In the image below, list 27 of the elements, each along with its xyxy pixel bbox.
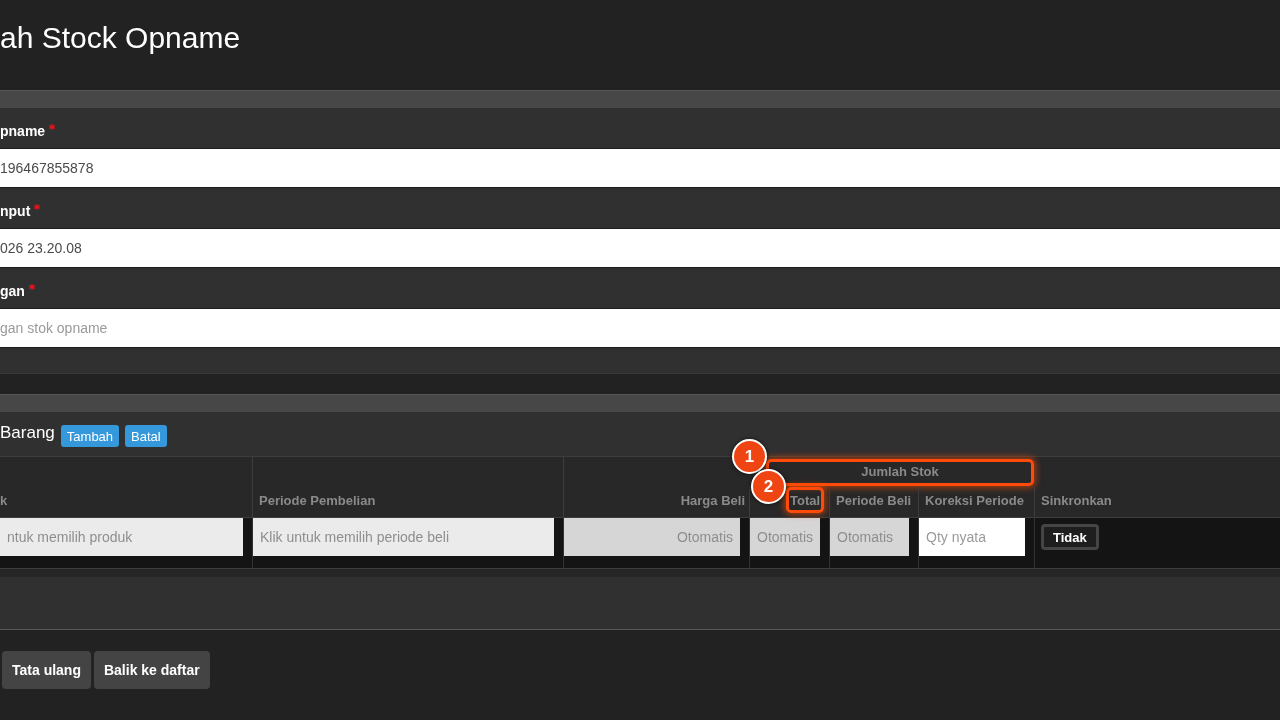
step-badge: 2: [751, 469, 786, 504]
column-header: k: [0, 493, 8, 509]
step-badge: 1: [732, 439, 767, 474]
picker-field[interactable]: ntuk memilih produk: [0, 518, 243, 556]
form-button[interactable]: Tata ulang: [2, 651, 91, 689]
column-header: Koreksi Periode: [925, 493, 1024, 509]
field-label: nput: [0, 203, 31, 219]
section-title: Barang: [0, 423, 55, 443]
column-header: Harga Beli: [680, 493, 745, 509]
text-field[interactable]: 196467855878: [0, 148, 1280, 188]
readonly-field[interactable]: Otomatis: [564, 518, 740, 556]
column-group-header: Jumlah Stok: [861, 464, 939, 480]
quantity-field[interactable]: Qty nyata: [919, 518, 1025, 556]
field-label: gan: [0, 283, 25, 299]
column-header: Sinkronkan: [1041, 493, 1112, 509]
form-button[interactable]: Balik ke daftar: [93, 651, 210, 689]
text-field[interactable]: gan stok opname: [0, 308, 1280, 348]
text-field[interactable]: 026 23.20.08: [0, 228, 1280, 268]
sync-toggle[interactable]: Tidak: [1041, 524, 1099, 550]
column-header: Periode Pembelian: [259, 493, 376, 509]
column-header: Periode Beli: [836, 493, 912, 509]
picker-field[interactable]: Klik untuk memilih periode beli: [253, 518, 554, 556]
readonly-field[interactable]: Otomatis: [750, 518, 820, 556]
column-header: Total: [790, 493, 821, 508]
page-title: ah Stock Opname: [0, 20, 241, 56]
field-label: pname: [0, 123, 46, 139]
readonly-field[interactable]: Otomatis: [830, 518, 909, 556]
